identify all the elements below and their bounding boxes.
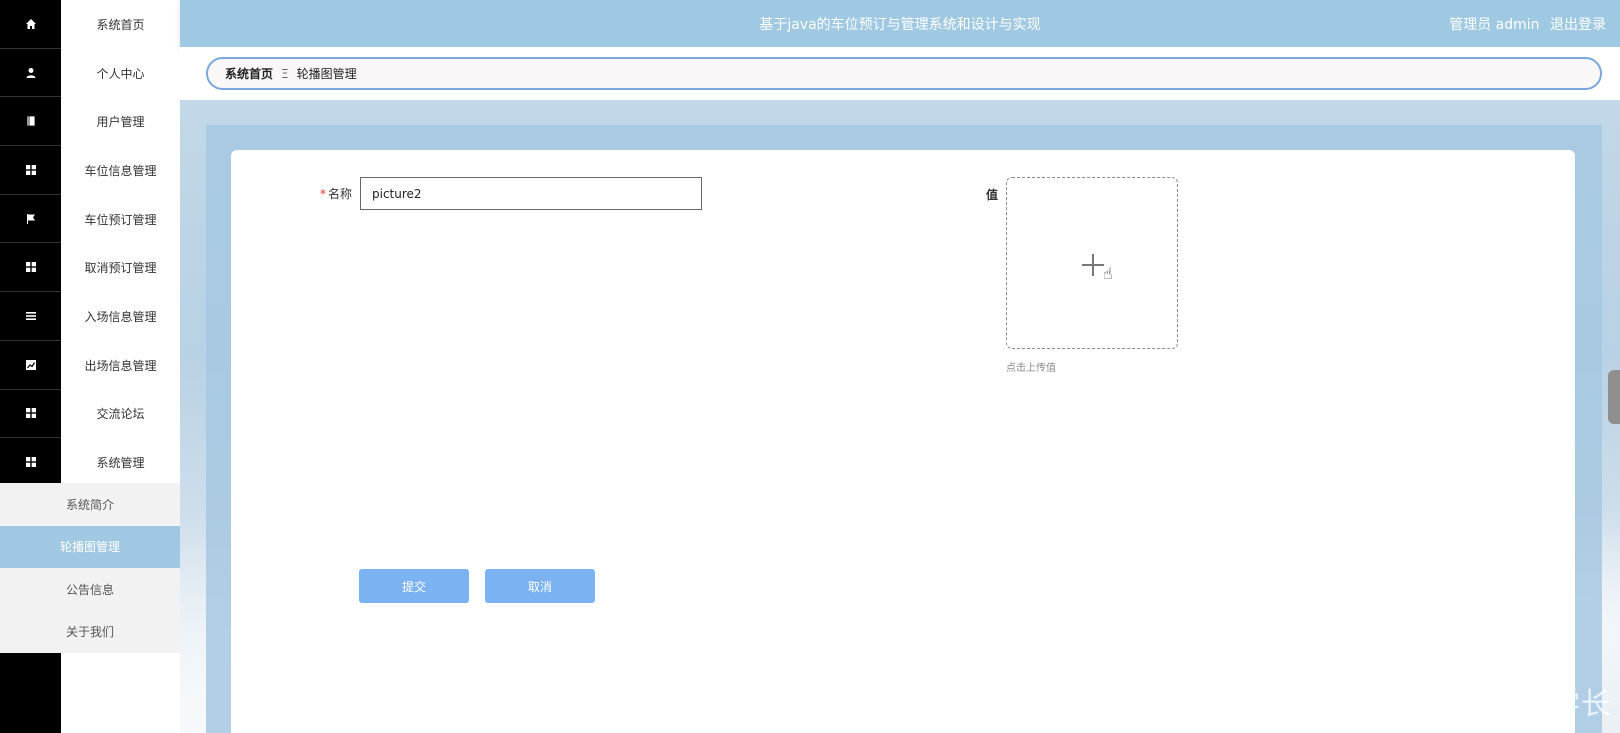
sidebar-item-system[interactable]: 系统管理 <box>0 438 180 487</box>
user-icon <box>0 48 61 98</box>
image-upload-area[interactable]: ☝ <box>1006 177 1178 349</box>
grid-icon <box>0 389 61 439</box>
name-field: * 名称 <box>316 177 702 210</box>
name-label: 名称 <box>327 187 352 201</box>
sidebar-item-label: 系统管理 <box>96 456 145 471</box>
submit-button[interactable]: 提交 <box>359 569 469 603</box>
grid-icon <box>0 438 61 487</box>
breadcrumb-home[interactable]: 系统首页 <box>225 65 273 82</box>
sidebar-item-label: 取消预订管理 <box>84 261 157 276</box>
sidebar: 系统首页 个人中心 用户管理 车位信息管理 车位预订管理 取消预订管理 入场信息… <box>0 0 180 733</box>
top-bar: 基于java的车位预订与管理系统和设计与实现 管理员 admin 退出登录 <box>180 0 1620 47</box>
user-area: 管理员 admin 退出登录 <box>1443 14 1606 34</box>
pointer-hand-icon: ☝ <box>1103 264 1113 283</box>
scrollbar-thumb[interactable] <box>1608 370 1620 424</box>
sidebar-item-cancel-reservation[interactable]: 取消预订管理 <box>0 243 180 293</box>
cancel-button[interactable]: 取消 <box>485 569 595 603</box>
breadcrumb: 系统首页 Ξ 轮播图管理 <box>206 57 1602 90</box>
submenu-item-about[interactable]: 关于我们 <box>0 611 180 654</box>
name-input[interactable] <box>360 177 702 210</box>
sidebar-menu: 系统首页 个人中心 用户管理 车位信息管理 车位预订管理 取消预订管理 入场信息… <box>0 0 180 487</box>
system-submenu: 系统简介 轮播图管理 公告信息 关于我们 <box>0 483 180 653</box>
home-icon <box>0 0 61 49</box>
chart-icon <box>0 340 61 390</box>
value-label: 值 <box>986 188 999 202</box>
sidebar-item-label: 出场信息管理 <box>84 358 157 373</box>
app-title: 基于java的车位预订与管理系统和设计与实现 <box>759 17 1041 33</box>
sidebar-item-forum[interactable]: 交流论坛 <box>0 389 180 439</box>
upload-hint: 点击上传值 <box>1006 363 1056 374</box>
grid-icon <box>0 243 61 293</box>
breadcrumb-current: 轮播图管理 <box>296 67 357 81</box>
submenu-item-notice[interactable]: 公告信息 <box>0 568 180 611</box>
sidebar-item-label: 交流论坛 <box>96 407 145 422</box>
sidebar-item-space-info[interactable]: 车位信息管理 <box>0 146 180 195</box>
required-mark: * <box>319 187 326 201</box>
name-label-wrap: * 名称 <box>316 185 352 202</box>
sidebar-item-label: 入场信息管理 <box>84 309 157 324</box>
sidebar-item-entry-info[interactable]: 入场信息管理 <box>0 292 180 341</box>
book-icon <box>0 97 61 147</box>
logout-link[interactable]: 退出登录 <box>1550 17 1606 33</box>
sidebar-item-home[interactable]: 系统首页 <box>0 0 180 49</box>
sidebar-item-label: 车位信息管理 <box>84 163 157 178</box>
sidebar-item-profile[interactable]: 个人中心 <box>0 48 180 98</box>
sidebar-item-label: 用户管理 <box>96 115 145 130</box>
sidebar-item-reservation[interactable]: 车位预订管理 <box>0 194 180 244</box>
sidebar-item-users[interactable]: 用户管理 <box>0 97 180 147</box>
watermark: CSDN @小光学长 <box>1356 687 1612 722</box>
sidebar-item-label: 系统首页 <box>96 17 145 32</box>
breadcrumb-separator: Ξ <box>281 66 289 81</box>
submenu-item-carousel[interactable]: 轮播图管理 <box>0 525 180 568</box>
sidebar-item-label: 车位预订管理 <box>84 212 157 227</box>
grid-icon <box>0 146 61 195</box>
submenu-item-intro[interactable]: 系统简介 <box>0 483 180 526</box>
list-icon <box>0 292 61 341</box>
sidebar-item-label: 个人中心 <box>96 66 145 81</box>
plus-icon-vertical <box>1092 254 1094 276</box>
admin-label: 管理员 admin <box>1449 17 1540 33</box>
sidebar-item-exit-info[interactable]: 出场信息管理 <box>0 340 180 390</box>
flag-icon <box>0 194 61 244</box>
form-panel: *名称 值 ☝ 点击上传值 提交 取消 <box>231 150 1575 733</box>
